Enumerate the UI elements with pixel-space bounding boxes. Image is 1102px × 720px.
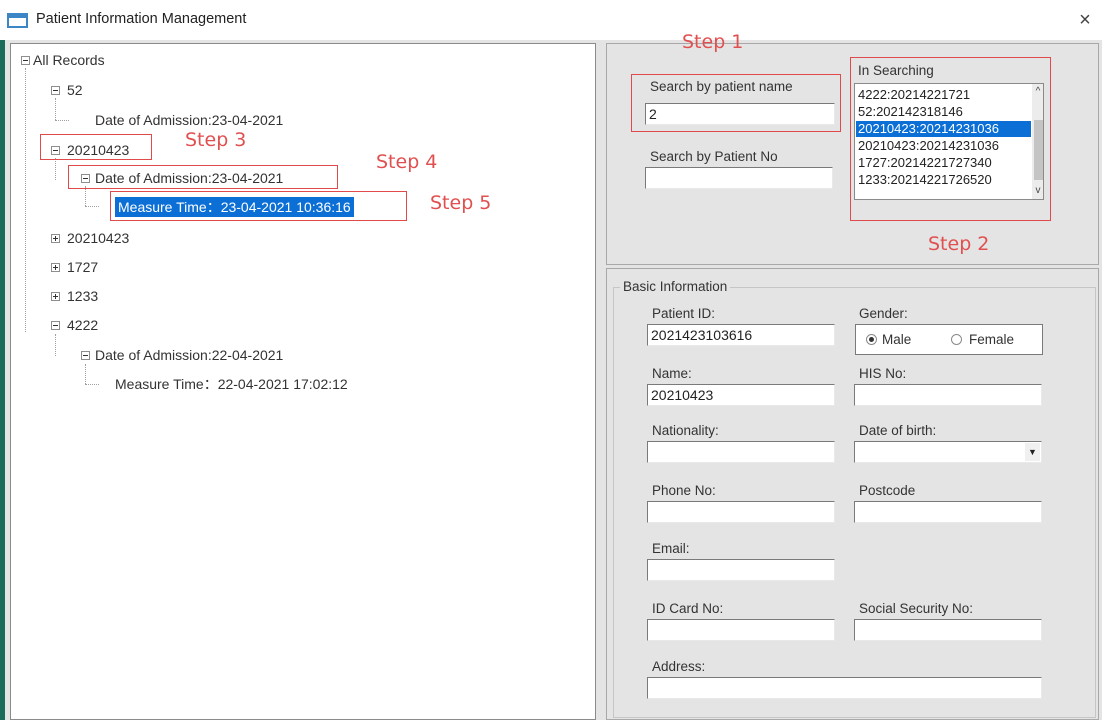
tree-node-label: Date of Admission:23-04-2021: [95, 112, 284, 128]
male-radio[interactable]: [866, 334, 877, 345]
email-input[interactable]: [647, 559, 835, 581]
female-radio[interactable]: [951, 334, 962, 345]
collapse-icon[interactable]: [21, 56, 30, 65]
basic-info-title: Basic Information: [620, 279, 731, 294]
name-label: Name:: [652, 366, 692, 381]
list-item[interactable]: 52:202142318146: [856, 104, 1031, 120]
nationality-label: Nationality:: [652, 423, 719, 438]
postcode-label: Postcode: [859, 483, 916, 498]
search-results-label: In Searching: [858, 63, 934, 78]
patient-id-label: Patient ID:: [652, 306, 716, 321]
expand-icon[interactable]: [51, 234, 60, 243]
list-item-selected[interactable]: 20210423:20214231036: [856, 121, 1031, 137]
patient-id-input[interactable]: [647, 324, 835, 346]
collapse-icon[interactable]: [51, 86, 60, 95]
tree-connector: [25, 68, 26, 332]
female-radio-label: Female: [969, 332, 1015, 347]
tree-node-label: 1727: [67, 259, 99, 275]
social-security-input[interactable]: [854, 619, 1042, 641]
tree-connector: [85, 384, 99, 385]
tree-connector: [85, 364, 86, 384]
nationality-input[interactable]: [647, 441, 835, 463]
search-no-input[interactable]: [645, 167, 833, 189]
results-scrollbar[interactable]: ^ v: [1032, 84, 1043, 199]
dob-select[interactable]: ▼: [854, 441, 1042, 463]
chevron-down-icon[interactable]: ▼: [1025, 443, 1040, 461]
id-card-label: ID Card No:: [652, 601, 724, 616]
list-item[interactable]: 4222:20214221721: [856, 87, 1031, 103]
list-item[interactable]: 1233:20214221726520: [856, 172, 1031, 188]
window-title: Patient Information Management: [36, 11, 247, 27]
scroll-down-icon[interactable]: v: [1032, 183, 1043, 199]
tree-connector: [55, 334, 56, 356]
social-security-label: Social Security No:: [859, 601, 974, 616]
phone-input[interactable]: [647, 501, 835, 523]
tree-connector: [55, 98, 56, 120]
tree-connector: [85, 206, 99, 207]
annotation-step1: Step 1: [682, 31, 744, 53]
his-no-input[interactable]: [854, 384, 1042, 406]
annotation-box-step4: [68, 165, 338, 189]
annotation-step2: Step 2: [928, 233, 990, 255]
name-input[interactable]: [647, 384, 835, 406]
tree-node-label: 20210423: [67, 230, 130, 246]
collapse-icon[interactable]: [81, 351, 90, 360]
search-results-list[interactable]: 4222:20214221721 52:202142318146 2021042…: [854, 83, 1044, 200]
annotation-box-step5: [110, 191, 407, 221]
male-radio-label: Male: [882, 332, 912, 347]
annotation-step4: Step 4: [376, 151, 438, 173]
tree-node-label: 4222: [67, 317, 99, 333]
tree-node-label: 1233: [67, 288, 99, 304]
tree-connector: [85, 186, 86, 206]
his-no-label: HIS No:: [859, 366, 907, 381]
tree-connector: [55, 158, 56, 180]
gender-label: Gender:: [859, 306, 908, 321]
scroll-thumb[interactable]: [1034, 120, 1043, 180]
email-label: Email:: [652, 541, 690, 556]
tree-node-label: Measure Time：22-04-2021 17:02:12: [115, 376, 348, 392]
window-icon: [7, 13, 28, 28]
annotation-step5: Step 5: [430, 192, 492, 214]
dob-label: Date of birth:: [859, 423, 937, 438]
phone-label: Phone No:: [652, 483, 716, 498]
tree-connector: [55, 120, 69, 121]
search-no-label: Search by Patient No: [650, 149, 778, 164]
id-card-input[interactable]: [647, 619, 835, 641]
tree-node-label: All Records: [33, 52, 105, 68]
expand-icon[interactable]: [51, 292, 60, 301]
title-bar: Patient Information Management ×: [0, 0, 1102, 40]
address-input[interactable]: [647, 677, 1042, 699]
list-item[interactable]: 1727:20214221727340: [856, 155, 1031, 171]
close-icon[interactable]: ×: [1074, 9, 1096, 31]
collapse-icon[interactable]: [51, 321, 60, 330]
postcode-input[interactable]: [854, 501, 1042, 523]
annotation-step3: Step 3: [185, 129, 247, 151]
search-name-input[interactable]: [645, 103, 835, 125]
tree-node-label: 52: [67, 82, 83, 98]
list-item[interactable]: 20210423:20214231036: [856, 138, 1031, 154]
tree-node-label: Date of Admission:22-04-2021: [95, 347, 284, 363]
search-name-label: Search by patient name: [650, 79, 793, 94]
expand-icon[interactable]: [51, 263, 60, 272]
annotation-box-step3: [40, 134, 152, 160]
address-label: Address:: [652, 659, 706, 674]
gender-radio-group: Male Female: [855, 324, 1043, 355]
scroll-up-icon[interactable]: ^: [1032, 84, 1043, 100]
